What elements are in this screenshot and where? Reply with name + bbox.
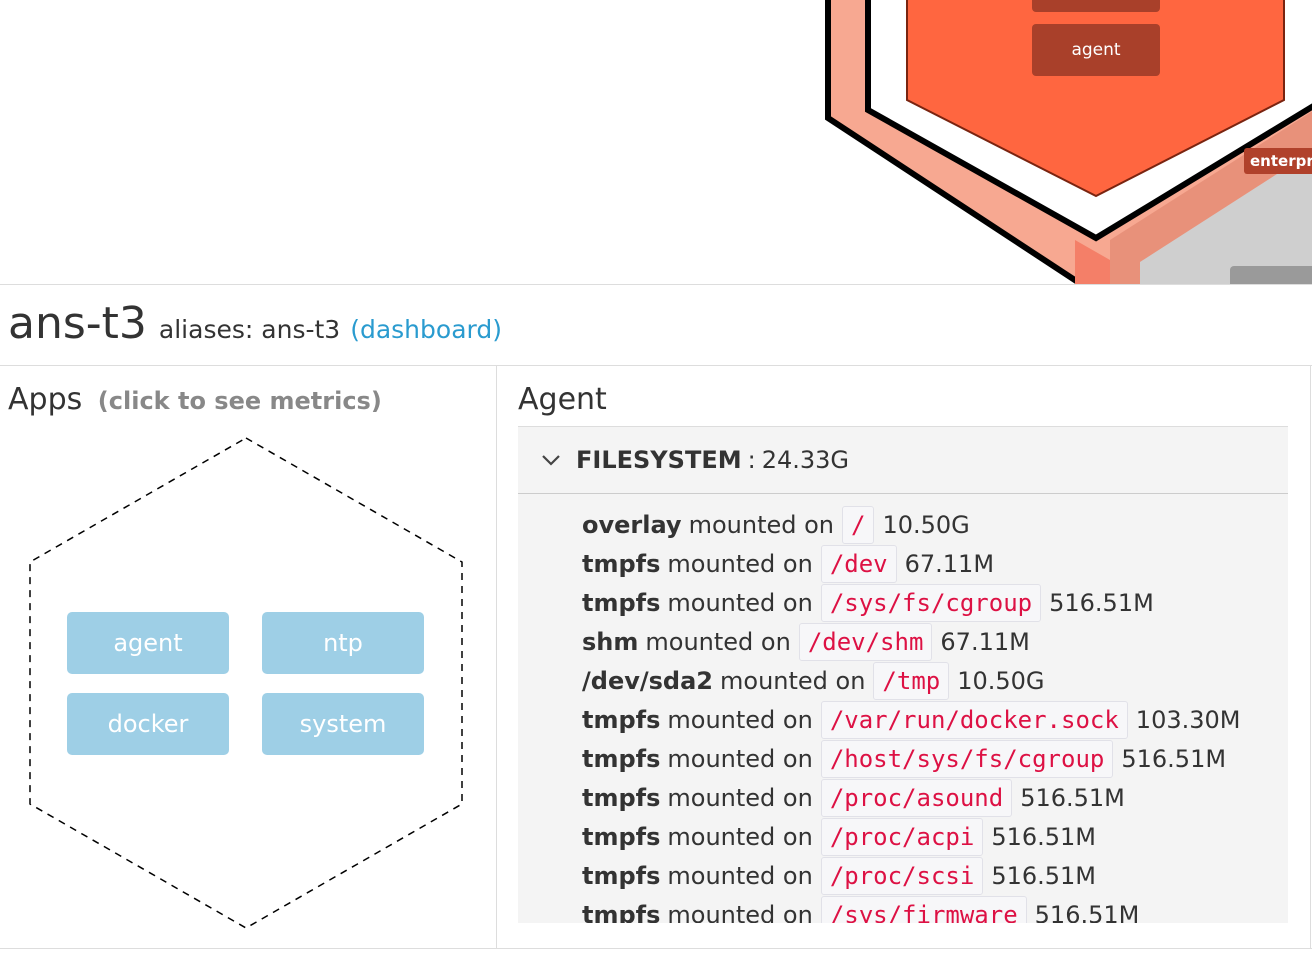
filesystem-row: tmpfs mounted on/proc/scsi 516.51M (582, 856, 1240, 895)
app-button-docker[interactable]: docker (67, 693, 229, 755)
filesystem-size: 516.51M (1049, 588, 1154, 617)
filesystem-mount-path: /tmp (873, 661, 950, 700)
filesystem-connector: mounted on (688, 510, 834, 539)
filesystem-connector: mounted on (720, 666, 866, 695)
filesystem-row: /dev/sda2 mounted on/tmp 10.50G (582, 661, 1240, 700)
host-title-row: ans-t3 aliases: ans-t3 (dashboard) (8, 298, 502, 354)
filesystem-separator: : (747, 446, 756, 474)
filesystem-device: tmpfs (582, 783, 661, 812)
filesystem-device: tmpfs (582, 861, 661, 890)
filesystem-device: tmpfs (582, 744, 661, 773)
agent-heading: Agent (518, 382, 607, 417)
map-divider (0, 284, 1312, 285)
app-button-agent[interactable]: agent (67, 612, 229, 674)
aliases-value: ans-t3 (261, 315, 341, 344)
filesystem-row: tmpfs mounted on/proc/acpi 516.51M (582, 817, 1240, 856)
chevron-down-icon (540, 449, 562, 471)
filesystem-connector: mounted on (667, 861, 813, 890)
filesystem-row: shm mounted on/dev/shm 67.11M (582, 622, 1240, 661)
app-button-label: system (299, 710, 387, 738)
filesystem-row: tmpfs mounted on/host/sys/fs/cgroup 516.51… (582, 739, 1240, 778)
filesystem-mount-path: /dev (820, 544, 897, 583)
filesystem-device: tmpfs (582, 822, 661, 851)
filesystem-connector: mounted on (667, 705, 813, 734)
filesystem-list: overlay mounted on/10.50G tmpfs mounted on /… (582, 505, 1240, 923)
filesystem-mount-path: / (842, 505, 875, 544)
filesystem-device: tmpfs (582, 900, 661, 924)
filesystem-row: tmpfs mounted on/proc/asound 516.51M (582, 778, 1240, 817)
filesystem-size: 516.51M (1020, 783, 1125, 812)
infrastructure-map[interactable]: agent enterpr (0, 0, 1312, 284)
dashboard-link[interactable]: (dashboard) (350, 315, 502, 344)
filesystem-device: shm (582, 627, 639, 656)
filesystem-device: overlay (582, 510, 682, 539)
filesystem-device: tmpfs (582, 549, 661, 578)
map-node-agent-label: agent (1071, 40, 1121, 60)
map-edge-tag-label: enterpr (1250, 152, 1312, 170)
filesystem-size: 516.51M (1121, 744, 1227, 773)
app-button-label: docker (107, 710, 189, 738)
filesystem-size: 10.50G (882, 510, 970, 539)
filesystem-mount-path: /var/run/docker.sock (820, 700, 1128, 739)
filesystem-mount-path: /proc/acpi (820, 817, 984, 856)
filesystem-device: tmpfs (582, 588, 661, 617)
filesystem-size: 516.51M (1034, 900, 1140, 924)
filesystem-size: 516.51M (991, 822, 1096, 851)
filesystem-mount-path: /proc/asound (820, 778, 1013, 817)
filesystem-section: FILESYSTEM : 24.33G overlay mounted on/10… (518, 426, 1288, 923)
filesystem-mount-path: /proc/scsi (820, 856, 984, 895)
filesystem-size: 10.50G (957, 666, 1045, 695)
filesystem-size: 103.30M (1135, 705, 1241, 734)
filesystem-connector: mounted on (667, 549, 813, 578)
filesystem-mount-path: /sys/firmware (820, 895, 1027, 923)
filesystem-device: tmpfs (582, 705, 661, 734)
filesystem-total: 24.33G (761, 446, 850, 474)
app-button-label: ntp (323, 629, 363, 657)
filesystem-size: 516.51M (991, 861, 1096, 890)
map-grey-button[interactable] (1230, 266, 1312, 284)
filesystem-row: tmpfs mounted on/sys/firmware 516.51M (582, 895, 1240, 923)
right-edge-divider (1310, 366, 1311, 948)
bottom-divider (0, 948, 1312, 949)
filesystem-mount-path: /host/sys/fs/cgroup (820, 739, 1114, 778)
host-name: ans-t3 (8, 298, 147, 349)
filesystem-connector: mounted on (667, 588, 813, 617)
filesystem-title: FILESYSTEM (576, 446, 742, 474)
filesystem-toggle[interactable]: FILESYSTEM : 24.33G (518, 427, 1288, 494)
filesystem-row: overlay mounted on /10.50G (582, 505, 1240, 544)
map-node-agent-button[interactable]: agent (1032, 24, 1160, 76)
filesystem-connector: mounted on (645, 627, 791, 656)
apps-panel: Apps (click to see metrics) agent ntp do… (0, 366, 496, 948)
app-button-label: agent (113, 629, 183, 657)
filesystem-device: /dev/sda2 (582, 666, 713, 695)
filesystem-mount-path: /sys/fs/cgroup (820, 583, 1042, 622)
map-edge-tag[interactable]: enterpr (1244, 148, 1312, 174)
panel-divider (496, 366, 497, 948)
filesystem-size: 67.11M (940, 627, 1030, 656)
app-button-system[interactable]: system (262, 693, 424, 755)
filesystem-row: tmpfs mounted on/sys/fs/cgroup 516.51M (582, 583, 1240, 622)
app-button-ntp[interactable]: ntp (262, 612, 424, 674)
filesystem-mount-path: /dev/shm (798, 622, 933, 661)
filesystem-connector: mounted on (667, 783, 813, 812)
filesystem-connector: mounted on (667, 822, 813, 851)
filesystem-size: 67.11M (904, 549, 995, 578)
filesystem-row: tmpfs mounted on/dev 67.11M (582, 544, 1240, 583)
filesystem-row: tmpfs mounted on/var/run/docker.sock 103.3… (582, 700, 1240, 739)
map-node-button-top[interactable] (1032, 0, 1160, 12)
filesystem-connector: mounted on (667, 744, 813, 773)
aliases-label: aliases: (158, 315, 254, 344)
filesystem-connector: mounted on (667, 900, 813, 924)
